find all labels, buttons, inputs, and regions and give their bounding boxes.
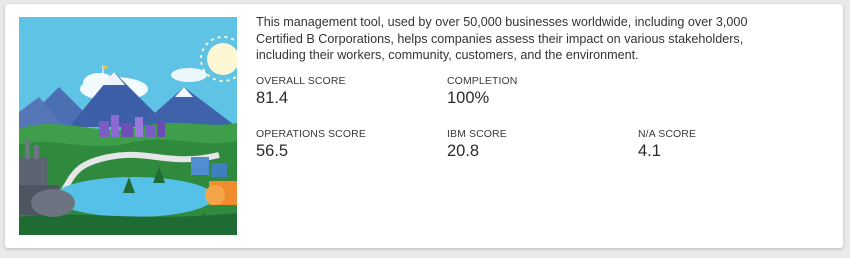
completion-label: COMPLETION [447,75,518,87]
ibm-score: IBM SCORE 20.8 [447,128,507,161]
overall-score: OVERALL SCORE 81.4 [256,75,346,108]
na-score-label: N/A SCORE [638,128,697,140]
ibm-score-label: IBM SCORE [447,128,507,140]
landscape-illustration [19,17,237,235]
na-score: N/A SCORE 4.1 [638,128,696,161]
ibm-score-value: 20.8 [447,142,480,160]
tool-description: This management tool, used by over 50,00… [256,15,748,62]
assessment-card: This management tool, used by over 50,00… [5,4,843,248]
operations-score-label: OPERATIONS SCORE [256,128,366,140]
operations-score-value: 56.5 [256,142,289,160]
overall-score-label: OVERALL SCORE [256,75,346,87]
operations-score: OPERATIONS SCORE 56.5 [256,128,366,161]
completion-value: 100% [447,89,490,107]
na-score-value: 4.1 [638,142,661,160]
overall-score-value: 81.4 [256,89,289,107]
completion: COMPLETION 100% [447,75,517,108]
